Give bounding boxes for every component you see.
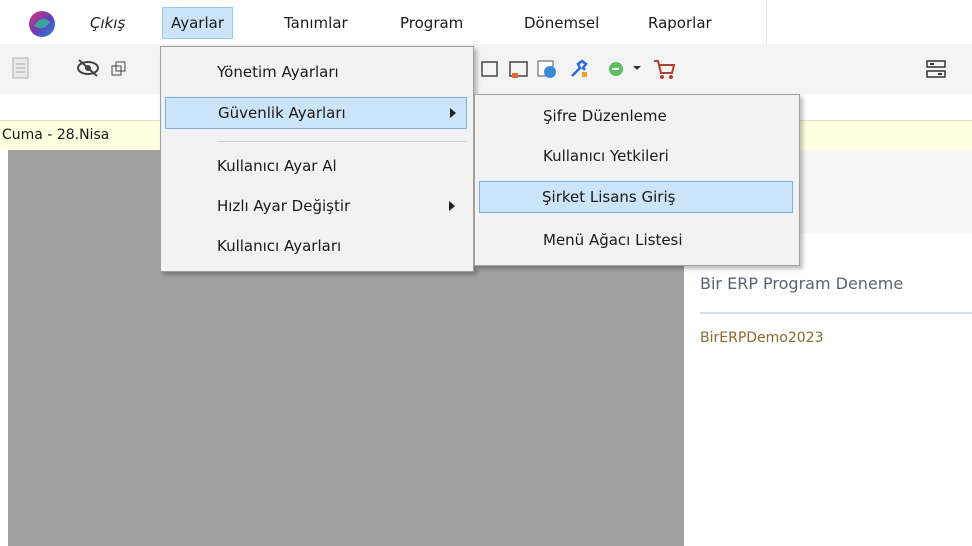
menu-item-kullanici-yetkileri[interactable]: Kullanıcı Yetkileri [479, 141, 793, 173]
web-globe-icon[interactable] [536, 58, 558, 80]
menu-item-kullanici-ayar-al[interactable]: Kullanıcı Ayar Al [165, 151, 467, 183]
program-code[interactable]: BirERPDemo2023 [700, 330, 824, 346]
menu-item-sirket-lisans-giris[interactable]: Şirket Lisans Giriş [479, 181, 793, 213]
document-icon[interactable] [10, 56, 32, 80]
menu-tanimlar[interactable]: Tanımlar [276, 8, 356, 38]
menu-item-label: Menü Ağacı Listesi [543, 231, 683, 249]
menu-cikis[interactable]: Çıkış [82, 8, 133, 38]
submenu-arrow-icon [450, 108, 456, 118]
submenu-arrow-icon [449, 201, 455, 211]
cart-icon[interactable] [652, 58, 676, 80]
menu-item-label: Hızlı Ayar Değiştir [217, 197, 351, 215]
menu-bar: Çıkış Ayarlar Tanımlar Program Dönemsel … [0, 0, 972, 44]
menu-item-label: Kullanıcı Ayarları [217, 237, 342, 255]
workspace-margin [0, 150, 8, 546]
menu-item-guvenlik-ayarlari[interactable]: Güvenlik Ayarları [165, 97, 467, 129]
app-logo-icon[interactable] [28, 10, 56, 38]
search-input[interactable] [766, 0, 972, 44]
ayarlar-dropdown-menu: Yönetim Ayarları Güvenlik Ayarları Kulla… [160, 46, 474, 272]
window-panel-icon[interactable] [508, 60, 530, 80]
guvenlik-submenu: Şifre Düzenleme Kullanıcı Yetkileri Şirk… [474, 94, 800, 266]
wrench-icon[interactable] [568, 58, 590, 80]
hide-eye-icon[interactable] [76, 58, 100, 78]
program-title: Bir ERP Program Deneme [700, 274, 904, 293]
menu-item-label: Kullanıcı Ayar Al [217, 157, 337, 175]
menu-item-label: Kullanıcı Yetkileri [543, 147, 669, 165]
green-status-icon[interactable] [606, 58, 628, 80]
divider [700, 312, 972, 314]
toolbar [0, 44, 972, 94]
dropdown-arrow-icon[interactable] [632, 64, 642, 72]
menu-item-sifre-duzenleme[interactable]: Şifre Düzenleme [479, 101, 793, 133]
menu-item-menu-agaci-listesi[interactable]: Menü Ağacı Listesi [479, 225, 793, 257]
menu-item-label: Güvenlik Ayarları [218, 104, 346, 122]
menu-program[interactable]: Program [392, 8, 471, 38]
window-icon[interactable] [480, 60, 500, 78]
restore-window-icon[interactable] [110, 60, 128, 78]
menu-item-label: Yönetim Ayarları [217, 63, 339, 81]
network-settings-icon[interactable] [924, 58, 948, 80]
menu-item-hizli-ayar-degistir[interactable]: Hızlı Ayar Değiştir [165, 191, 467, 223]
date-text: Cuma - 28.Nisa [2, 127, 110, 143]
menu-ayarlar[interactable]: Ayarlar [162, 7, 234, 39]
program-info-content: Bir ERP Program Deneme BirERPDemo2023 [684, 234, 972, 546]
menu-item-label: Şifre Düzenleme [543, 107, 667, 125]
menu-donemsel[interactable]: Dönemsel [516, 8, 607, 38]
menu-separator [217, 141, 467, 142]
menu-raporlar[interactable]: Raporlar [640, 8, 720, 38]
menu-item-label: Şirket Lisans Giriş [542, 188, 676, 206]
menu-item-yonetim-ayarlari[interactable]: Yönetim Ayarları [165, 57, 467, 89]
menu-item-kullanici-ayarlari[interactable]: Kullanıcı Ayarları [165, 231, 467, 263]
